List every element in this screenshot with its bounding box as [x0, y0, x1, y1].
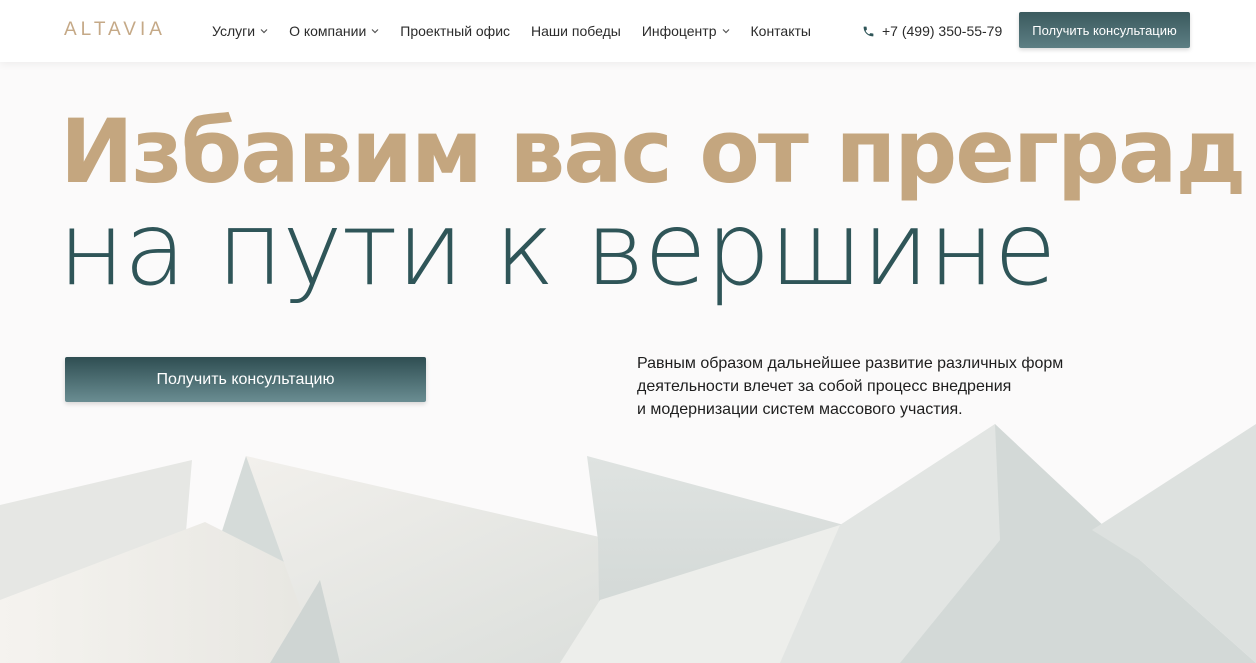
- header-consultation-button[interactable]: Получить консультацию: [1019, 12, 1190, 48]
- chevron-down-icon: [722, 28, 730, 34]
- nav-item-infocenter[interactable]: Инфоцентр: [642, 23, 730, 39]
- chevron-down-icon: [371, 28, 379, 34]
- phone-icon: [862, 25, 875, 38]
- nav-item-contacts[interactable]: Контакты: [751, 23, 811, 39]
- nav-item-label: Инфоцентр: [641, 23, 717, 39]
- main-nav: Услуги О компании Проектный офис Наши по…: [212, 0, 832, 62]
- nav-item-victories[interactable]: Наши победы: [531, 23, 621, 39]
- phone-link[interactable]: +7 (499) 350-55-79: [862, 0, 1002, 62]
- site-logo[interactable]: ALTAVIA: [64, 19, 166, 41]
- nav-item-label: Проектный офис: [400, 23, 511, 39]
- hero-description-line: Равным образом дальнейшее развитие разли…: [637, 355, 1064, 372]
- phone-number: +7 (499) 350-55-79: [882, 23, 1003, 39]
- nav-item-about[interactable]: О компании: [289, 23, 379, 39]
- nav-item-label: Контакты: [750, 23, 811, 39]
- nav-item-label: Услуги: [212, 23, 256, 39]
- site-header: ALTAVIA Услуги О компании Проектный офис…: [0, 0, 1256, 62]
- hero-title-line2: на пути к вершине: [58, 190, 1057, 309]
- hero-description-line: деятельности влечет за собой процесс вне…: [637, 378, 1012, 395]
- chevron-down-icon: [260, 28, 268, 34]
- nav-item-label: Наши победы: [531, 23, 621, 39]
- nav-item-services[interactable]: Услуги: [212, 23, 268, 39]
- hero-consultation-button[interactable]: Получить консультацию: [65, 357, 426, 402]
- hero-title-line1: Избавим вас от преград: [60, 100, 1246, 203]
- hero-description: Равным образом дальнейшее развитие разли…: [637, 352, 1097, 421]
- nav-item-project-office[interactable]: Проектный офис: [400, 23, 510, 39]
- hero-description-line: и модернизации систем массового участия.: [637, 401, 963, 418]
- nav-item-label: О компании: [289, 23, 367, 39]
